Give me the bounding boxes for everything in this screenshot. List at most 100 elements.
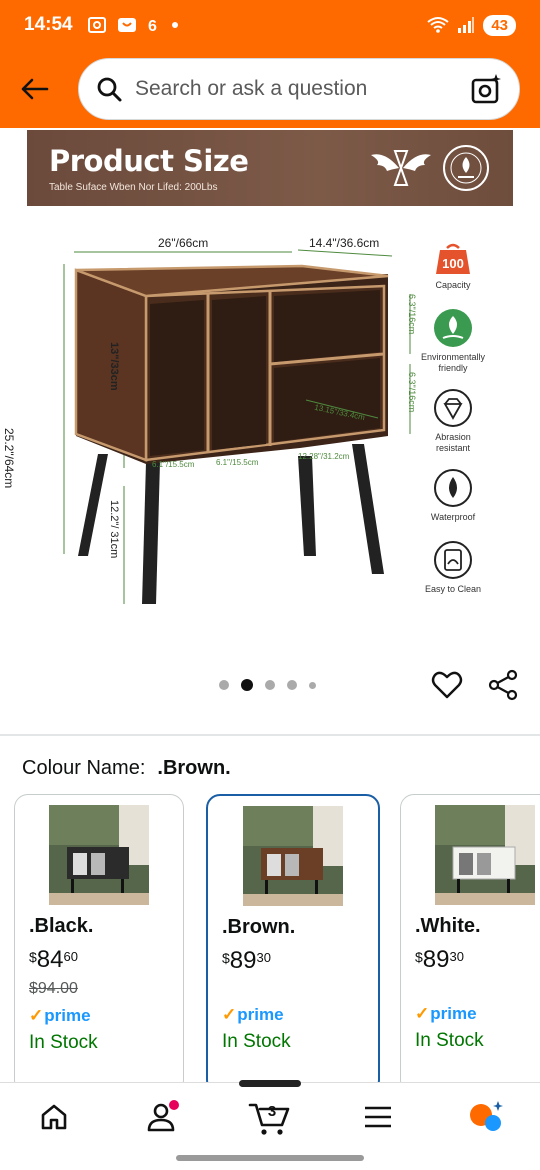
stock-status: In Stock <box>415 1030 484 1051</box>
rufus-icon <box>470 1101 503 1131</box>
stock-status: In Stock <box>29 1032 98 1053</box>
carousel-dot[interactable] <box>309 681 316 689</box>
nav-cart[interactable]: 3 <box>248 1097 292 1137</box>
dim-shelf-upper: 6.3"/16cm <box>407 294 417 335</box>
water-drop-icon <box>434 469 472 507</box>
camera-lens-icon[interactable] <box>469 72 503 106</box>
colour-name-row: Colour Name: .Brown. <box>22 757 231 780</box>
home-indicator[interactable] <box>176 1155 364 1161</box>
prime-label: prime <box>237 1005 284 1024</box>
dim-compartment-1: 6.1"/15.5cm <box>152 460 195 469</box>
price-cents: 30 <box>256 950 271 965</box>
status-icons-left: 6 <box>87 16 179 34</box>
header <box>0 50 540 128</box>
carousel-dot-active[interactable] <box>241 679 253 691</box>
product-image[interactable]: Product Size Table Suface Wben Nor Lifed… <box>0 128 540 728</box>
price-currency: $ <box>415 949 423 965</box>
wishlist-button[interactable] <box>430 668 464 702</box>
feature-clean-label: Easy to Clean <box>424 584 482 594</box>
variant-card-brown[interactable]: .Brown. $89 30 ✓ prime In Stock <box>206 794 380 1094</box>
share-button[interactable] <box>486 668 520 702</box>
price-cents: 60 <box>63 949 78 964</box>
carousel-dots[interactable] <box>219 679 316 691</box>
variant-card-white[interactable]: .White. $89 30 ✓ prime In Stock <box>400 794 540 1094</box>
back-arrow-icon <box>21 78 49 100</box>
price-whole: 89 <box>422 946 450 973</box>
feature-abrasion: Abrasion resistant <box>418 388 488 454</box>
price-cents: 30 <box>449 949 464 964</box>
prime-check-icon: ✓ <box>415 1004 430 1023</box>
nav-rufus[interactable] <box>466 1097 506 1137</box>
banner-text: Product Size Table Suface Wben Nor Lifed… <box>49 143 249 193</box>
diamond-icon <box>434 389 472 427</box>
variant-price: $89 30 <box>415 946 540 974</box>
clean-icon <box>434 541 472 579</box>
home-icon <box>41 1104 67 1130</box>
search-icon <box>97 77 122 102</box>
status-icons-right: 43 <box>427 14 516 36</box>
wings-hourglass-icon <box>371 150 431 186</box>
nav-home[interactable] <box>34 1097 74 1137</box>
variant-name: .White. <box>415 915 481 937</box>
environmental-seal-icon <box>443 145 489 191</box>
brown-cabinet-thumbnail <box>243 806 343 906</box>
colour-value: .Brown. <box>157 757 231 779</box>
carousel-dot[interactable] <box>287 680 297 690</box>
back-button[interactable] <box>12 67 56 111</box>
carousel-dot[interactable] <box>219 680 229 690</box>
nav-menu[interactable] <box>358 1097 398 1137</box>
prime-check-icon: ✓ <box>29 1006 44 1025</box>
section-divider <box>0 734 540 736</box>
variant-name: .Brown. <box>222 916 296 938</box>
nav-account[interactable] <box>142 1097 182 1137</box>
shopping-icon <box>117 18 136 32</box>
black-cabinet-thumbnail <box>49 805 149 905</box>
stock-status: In Stock <box>222 1031 291 1052</box>
leaf-icon <box>434 309 472 347</box>
status-time: 14:54 <box>24 14 73 35</box>
banner-subtitle: Table Suface Wben Nor Lifed: 200Lbs <box>49 181 218 193</box>
app-6-icon: 6 <box>148 18 157 34</box>
prime-badge: ✓ prime <box>29 1006 169 1026</box>
carousel-dot[interactable] <box>265 680 275 690</box>
dim-width: 26"/66cm <box>158 236 209 250</box>
weight-100-icon: 100 <box>436 243 470 274</box>
feature-eco-label: Environmentally friendly <box>420 352 486 373</box>
dim-total-height: 25.2"/64cm <box>2 428 16 489</box>
screenshot-icon <box>87 17 106 33</box>
white-cabinet-thumbnail <box>435 805 535 905</box>
search-bar[interactable] <box>78 58 520 120</box>
cart-tab-indicator <box>239 1080 301 1087</box>
variant-price: $89 30 <box>222 947 364 975</box>
feature-waterproof: Waterproof <box>418 468 488 523</box>
dim-depth: 14.4"/36.6cm <box>309 236 380 250</box>
feature-abrasion-label: Abrasion resistant <box>435 432 471 453</box>
prime-label: prime <box>44 1006 91 1025</box>
share-icon <box>488 669 518 701</box>
variant-thumbnail <box>243 806 343 906</box>
prime-badge: ✓ prime <box>222 1005 364 1025</box>
dim-compartment-3: 12.28"/31.2cm <box>298 452 350 461</box>
battery-indicator: 43 <box>483 14 516 36</box>
search-input[interactable] <box>135 77 469 101</box>
menu-icon <box>365 1106 391 1128</box>
svg-text:6: 6 <box>148 18 157 34</box>
prime-label: prime <box>430 1004 477 1023</box>
feature-capacity: 100 Capacity <box>418 242 488 291</box>
feature-clean: Easy to Clean <box>418 540 488 595</box>
prime-check-icon: ✓ <box>222 1005 237 1024</box>
colour-label: Colour Name: <box>22 757 146 779</box>
cart-count: 3 <box>268 1103 276 1120</box>
dim-cabinet-height: 13"/33cm <box>108 342 120 391</box>
banner-title: Product Size <box>49 143 249 178</box>
capacity-badge: 100 <box>442 256 464 271</box>
signal-icon <box>458 17 475 33</box>
prime-badge: ✓ prime <box>415 1004 540 1024</box>
banner-badges <box>369 143 491 193</box>
variant-thumbnail <box>435 805 535 905</box>
feature-waterproof-label: Waterproof <box>430 512 476 522</box>
heart-icon <box>431 671 463 699</box>
wifi-icon <box>427 17 449 33</box>
variant-card-black[interactable]: .Black. $84 60 $94.00 ✓ prime In Stock <box>14 794 184 1094</box>
product-size-banner: Product Size Table Suface Wben Nor Lifed… <box>27 130 513 206</box>
